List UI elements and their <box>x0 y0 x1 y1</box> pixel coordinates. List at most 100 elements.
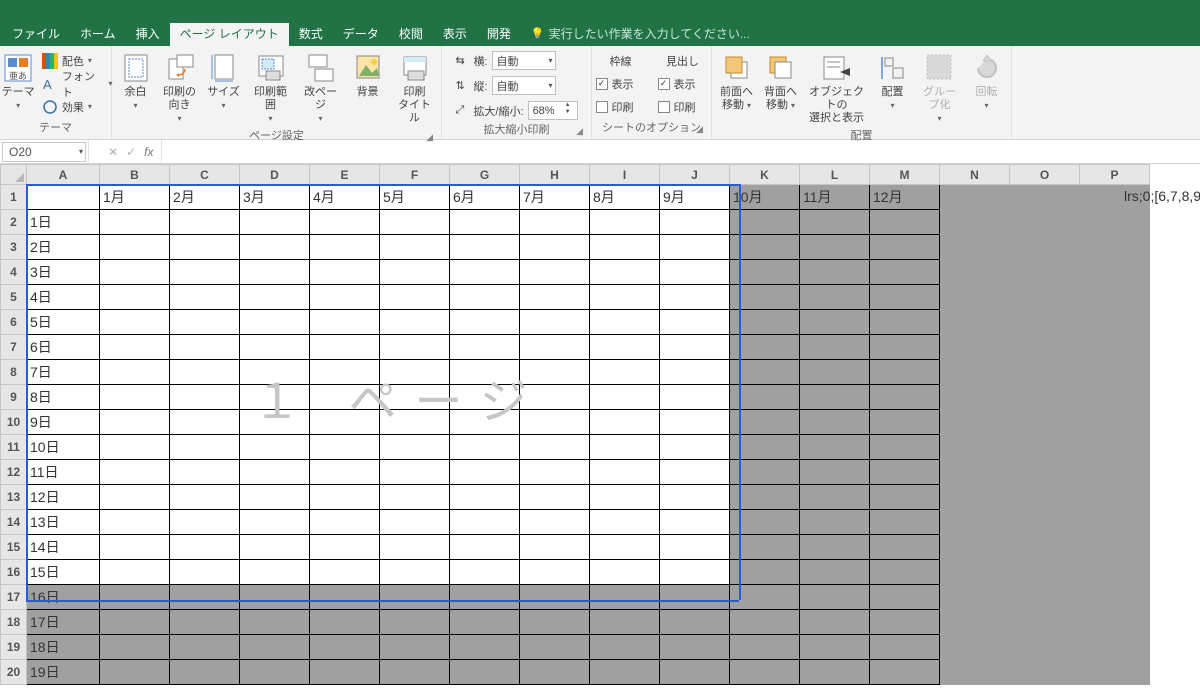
cell[interactable] <box>100 410 170 435</box>
cell[interactable] <box>800 385 870 410</box>
cell[interactable] <box>1010 360 1080 385</box>
cell[interactable] <box>310 660 380 685</box>
cell[interactable] <box>170 235 240 260</box>
cell[interactable] <box>240 410 310 435</box>
cell[interactable] <box>380 435 450 460</box>
scale-width-combo[interactable]: 自動▾ <box>492 51 556 70</box>
margins-button[interactable]: 余白▾ <box>116 50 156 114</box>
cell[interactable] <box>590 485 660 510</box>
cell[interactable] <box>1080 410 1150 435</box>
cell[interactable] <box>310 385 380 410</box>
cell[interactable] <box>590 460 660 485</box>
cell[interactable] <box>940 410 1010 435</box>
cell[interactable]: 4日 <box>27 285 100 310</box>
cell[interactable] <box>730 485 800 510</box>
row-header[interactable]: 10 <box>1 410 27 435</box>
cell[interactable] <box>1010 435 1080 460</box>
cell[interactable] <box>100 335 170 360</box>
cell[interactable] <box>940 560 1010 585</box>
cell[interactable] <box>1010 560 1080 585</box>
cell[interactable] <box>240 660 310 685</box>
cell[interactable] <box>940 610 1010 635</box>
cell[interactable] <box>660 585 730 610</box>
cell[interactable] <box>730 410 800 435</box>
cell[interactable] <box>940 360 1010 385</box>
cell[interactable] <box>240 210 310 235</box>
cell[interactable] <box>310 235 380 260</box>
cell[interactable] <box>590 360 660 385</box>
cell[interactable] <box>590 585 660 610</box>
cell[interactable] <box>1010 285 1080 310</box>
cell[interactable] <box>660 235 730 260</box>
cell[interactable] <box>240 510 310 535</box>
cell[interactable] <box>730 260 800 285</box>
cell[interactable] <box>240 310 310 335</box>
cell[interactable]: 4月 <box>310 185 380 210</box>
tab-view[interactable]: 表示 <box>433 23 477 46</box>
cell[interactable] <box>240 610 310 635</box>
cell[interactable] <box>590 635 660 660</box>
cell[interactable] <box>310 285 380 310</box>
row-header[interactable]: 1 <box>1 185 27 210</box>
column-header[interactable]: L <box>800 165 870 185</box>
cell[interactable] <box>1080 510 1150 535</box>
column-header[interactable]: H <box>520 165 590 185</box>
cell[interactable] <box>450 535 520 560</box>
cell[interactable]: 15日 <box>27 560 100 585</box>
cell[interactable] <box>940 510 1010 535</box>
cell[interactable]: 7日 <box>27 360 100 385</box>
cell[interactable] <box>590 235 660 260</box>
pagesetup-launcher-icon[interactable]: ◢ <box>426 132 433 143</box>
cell[interactable] <box>520 385 590 410</box>
print-area-button[interactable]: 印刷範囲▾ <box>248 50 294 127</box>
cell[interactable] <box>730 560 800 585</box>
cell[interactable] <box>870 360 940 385</box>
cell[interactable] <box>310 585 380 610</box>
row-header[interactable]: 7 <box>1 335 27 360</box>
cell[interactable] <box>800 235 870 260</box>
cell[interactable] <box>450 335 520 360</box>
cell[interactable]: 11日 <box>27 460 100 485</box>
cell[interactable]: 8月 <box>590 185 660 210</box>
cell[interactable] <box>660 285 730 310</box>
cell[interactable]: 1月 <box>100 185 170 210</box>
cell[interactable] <box>520 660 590 685</box>
cell[interactable] <box>590 660 660 685</box>
cell[interactable] <box>730 610 800 635</box>
cell[interactable] <box>940 260 1010 285</box>
cell[interactable] <box>660 660 730 685</box>
cell[interactable] <box>590 510 660 535</box>
cell[interactable] <box>870 460 940 485</box>
cell[interactable] <box>660 335 730 360</box>
cell[interactable] <box>660 635 730 660</box>
cell[interactable] <box>660 460 730 485</box>
cell[interactable] <box>100 585 170 610</box>
cell[interactable] <box>100 235 170 260</box>
cell[interactable] <box>870 660 940 685</box>
cell[interactable] <box>870 335 940 360</box>
cell[interactable] <box>590 335 660 360</box>
cell[interactable] <box>170 485 240 510</box>
cell[interactable] <box>100 535 170 560</box>
cell[interactable] <box>170 610 240 635</box>
cell[interactable] <box>1080 485 1150 510</box>
cell[interactable] <box>520 360 590 385</box>
cell[interactable] <box>380 335 450 360</box>
cell[interactable] <box>1080 460 1150 485</box>
cell[interactable] <box>660 435 730 460</box>
cell[interactable] <box>870 235 940 260</box>
row-header[interactable]: 11 <box>1 435 27 460</box>
cell[interactable] <box>170 360 240 385</box>
cell[interactable] <box>940 285 1010 310</box>
cell[interactable] <box>520 510 590 535</box>
cell[interactable] <box>1010 185 1080 210</box>
cell[interactable] <box>170 635 240 660</box>
cell[interactable] <box>380 510 450 535</box>
cell[interactable] <box>450 360 520 385</box>
cell[interactable] <box>870 510 940 535</box>
theme-effects-button[interactable]: 効果▾ <box>42 96 113 117</box>
cell[interactable]: 3日 <box>27 260 100 285</box>
cell[interactable] <box>380 260 450 285</box>
row-header[interactable]: 12 <box>1 460 27 485</box>
cell[interactable] <box>730 435 800 460</box>
